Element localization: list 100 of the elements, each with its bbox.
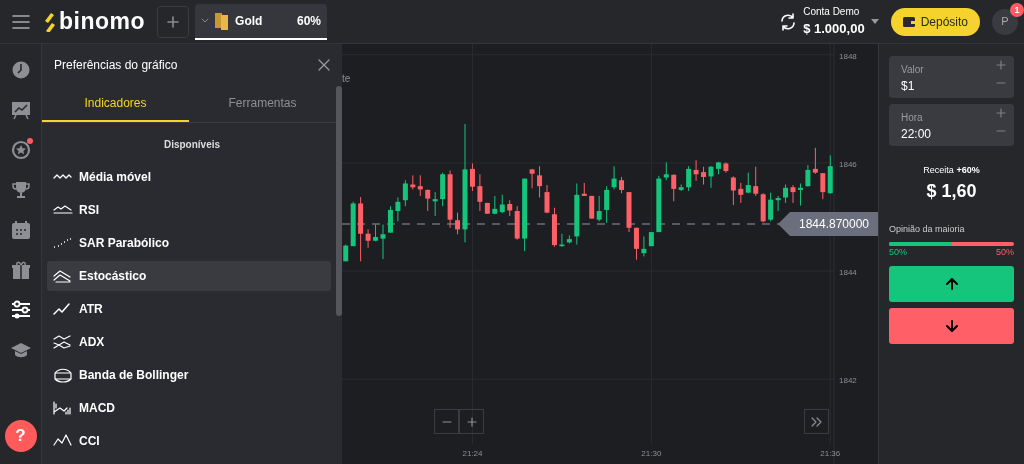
candlestick	[425, 188, 431, 212]
candlestick	[797, 182, 803, 207]
gift-icon	[10, 260, 31, 280]
refresh-icon[interactable]	[779, 12, 798, 31]
indicator-item[interactable]: MACD	[47, 393, 331, 423]
candlestick	[477, 173, 483, 212]
candlestick	[387, 205, 393, 234]
field-label: Hora	[901, 111, 924, 125]
account-label: Conta Demo	[803, 5, 861, 20]
chart-board-icon	[10, 100, 31, 120]
candlestick	[768, 192, 774, 222]
field-value: $1	[901, 78, 916, 95]
scroll-to-end-button[interactable]	[804, 409, 829, 434]
candlestick	[633, 227, 639, 261]
plus-icon	[167, 15, 180, 28]
section-heading: Disponíveis	[163, 139, 221, 150]
indicator-item[interactable]: CCI	[47, 426, 331, 456]
price-label: 1844.870000	[778, 212, 878, 236]
arrow-up-icon	[945, 277, 958, 290]
candlestick	[596, 195, 602, 222]
indicator-item[interactable]: Estocástico	[47, 261, 331, 291]
account-balance: $ 1.000,00	[803, 20, 865, 39]
candlestick	[805, 164, 811, 188]
caret-icon	[201, 18, 210, 23]
candlestick	[641, 235, 647, 257]
stacked-lines-icon	[53, 268, 73, 284]
plus-icon	[466, 416, 477, 427]
candlestick	[395, 197, 401, 222]
x-axis-label: 21:36	[820, 449, 841, 458]
ingot-icon	[215, 11, 230, 30]
scrollbar[interactable]	[336, 86, 342, 316]
candlestick	[537, 165, 543, 199]
clock-icon	[10, 60, 31, 80]
caret-icon[interactable]	[870, 19, 879, 24]
indicator-item[interactable]: ADX	[47, 327, 331, 357]
arrow-down-icon	[945, 319, 958, 332]
x-axis-label: 21:24	[462, 449, 483, 458]
field-label: Valor	[901, 63, 925, 77]
candlestick	[365, 228, 371, 249]
indicator-item[interactable]: Banda de Bollinger	[47, 360, 331, 390]
notification-badge: 1	[1010, 2, 1024, 17]
candlestick	[783, 184, 789, 204]
add-asset-button[interactable]	[157, 5, 190, 38]
candlestick	[417, 174, 423, 197]
candlestick	[611, 165, 617, 190]
candlestick	[432, 191, 438, 217]
payout-amount: $ 1,60	[925, 179, 978, 203]
y-axis-label: 1844	[839, 268, 857, 278]
ref-line-label: 1844.870000	[798, 217, 870, 231]
indicator-item[interactable]: SAR Parabólico	[47, 228, 331, 258]
candlestick	[790, 184, 796, 204]
indicator-item[interactable]: Média móvel	[47, 162, 331, 192]
payout-label: Receita +60%	[922, 164, 981, 177]
candlestick	[693, 159, 699, 182]
candlestick	[686, 165, 692, 192]
y-axis-label: 1848	[839, 51, 857, 61]
candlestick	[775, 195, 781, 212]
candlestick	[402, 179, 408, 207]
close-icon[interactable]	[318, 59, 330, 71]
band-icon	[53, 367, 73, 383]
graduation-cap-icon	[10, 340, 31, 360]
double-chevron-icon	[810, 416, 823, 427]
candlestick	[544, 184, 550, 214]
menu-icon[interactable]	[12, 14, 30, 29]
candlestick	[671, 173, 677, 202]
asset-tab[interactable]: Gold 60%	[195, 3, 328, 40]
candlestick	[753, 166, 759, 197]
star-badge-icon	[10, 140, 31, 160]
opinion-label: Opinião da maioria	[889, 222, 966, 236]
candlestick	[730, 175, 736, 206]
x-axis-label: 21:30	[641, 449, 662, 458]
candlestick	[604, 185, 610, 224]
down-percent: 50%	[996, 246, 1014, 259]
logo-mark-icon	[42, 11, 56, 32]
y-axis-label: 1842	[839, 376, 857, 386]
panel-tab[interactable]: Indicadores	[42, 86, 189, 122]
wavy-lines-icon	[53, 334, 73, 350]
sliders-icon	[10, 300, 31, 320]
field-value: 22:00	[901, 126, 933, 143]
wallet-icon	[902, 16, 915, 27]
up-button[interactable]	[889, 265, 1014, 302]
trophy-icon	[10, 180, 31, 200]
y-axis-label: 1846	[839, 159, 857, 169]
up-percent: 50%	[889, 246, 907, 259]
candlestick	[738, 182, 744, 204]
axis-label: te	[342, 73, 351, 84]
indicator-item[interactable]: RSI	[47, 195, 331, 225]
candlestick	[455, 212, 461, 235]
panel-title: Preferências do gráfico	[54, 57, 178, 74]
indicator-item[interactable]: ATR	[47, 294, 331, 324]
dotted-curve-icon	[53, 235, 73, 251]
zoom-in-button[interactable]	[459, 409, 484, 434]
candlestick	[708, 165, 714, 189]
deposit-button[interactable]: Depósito	[890, 7, 980, 36]
candlestick	[812, 147, 818, 175]
logo-text: binomo	[59, 7, 146, 37]
candlestick	[469, 162, 475, 192]
candlestick	[380, 224, 386, 260]
down-button[interactable]	[889, 307, 1014, 344]
panel-tab[interactable]: Ferramentas	[189, 86, 336, 122]
